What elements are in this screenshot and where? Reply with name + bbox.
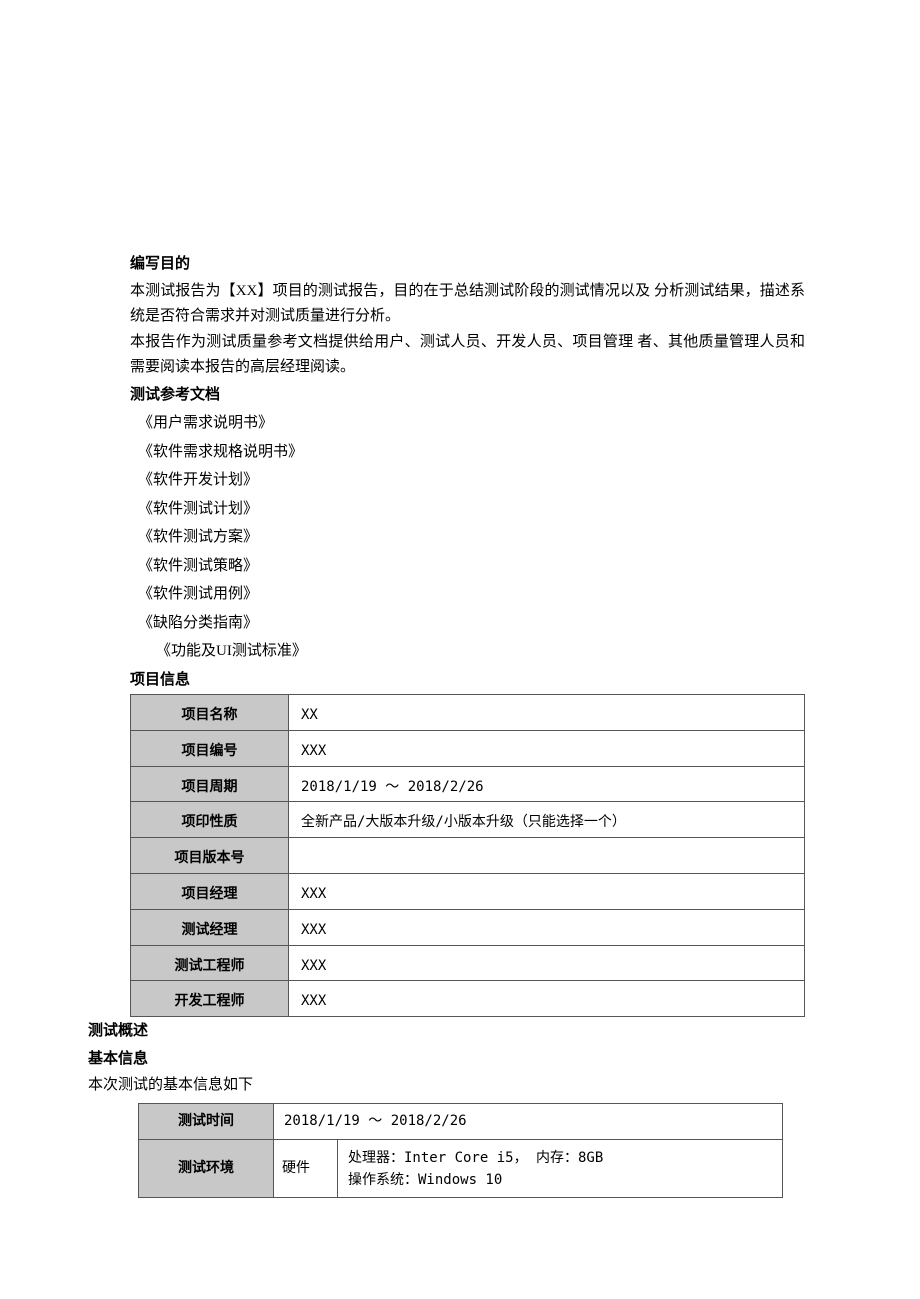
project-version-label: 项目版本号 (131, 838, 289, 874)
project-manager-value: XXX (289, 873, 805, 909)
table-row: 项目编号 XXX (131, 730, 805, 766)
hardware-label: 硬件 (274, 1140, 338, 1198)
test-engineer-label: 测试工程师 (131, 945, 289, 981)
heading-purpose: 编写目的 (130, 252, 805, 278)
table-row: 测试经理 XXX (131, 909, 805, 945)
ref-doc-item: 《软件测试用例》 (138, 580, 805, 609)
basic-info-table: 测试时间 2018/1/19 ～ 2018/2/26 测试环境 硬件 处理器：I… (138, 1103, 783, 1199)
project-info-table: 项目名称 XX 项目编号 XXX 项目周期 2018/1/19 ～ 2018/2… (130, 694, 805, 1017)
table-row: 开发工程师 XXX (131, 981, 805, 1017)
project-version-value (289, 838, 805, 874)
hardware-spec-line1: 处理器：Inter Core i5， 内存：8GB (348, 1147, 772, 1169)
test-manager-label: 测试经理 (131, 909, 289, 945)
ref-doc-item: 《软件开发计划》 (138, 466, 805, 495)
table-row: 测试时间 2018/1/19 ～ 2018/2/26 (139, 1103, 783, 1140)
table-row: 项目版本号 (131, 838, 805, 874)
project-name-label: 项目名称 (131, 695, 289, 731)
project-manager-label: 项目经理 (131, 873, 289, 909)
dev-engineer-value: XXX (289, 981, 805, 1017)
heading-basic-info: 基本信息 (88, 1047, 805, 1073)
table-row: 测试工程师 XXX (131, 945, 805, 981)
dev-engineer-label: 开发工程师 (131, 981, 289, 1017)
project-number-value: XXX (289, 730, 805, 766)
ref-doc-item: 《功能及UI测试标准》 (138, 637, 805, 666)
project-nature-value: 全新产品/大版本升级/小版本升级（只能选择一个） (289, 802, 805, 838)
test-engineer-value: XXX (289, 945, 805, 981)
heading-test-overview: 测试概述 (88, 1019, 805, 1045)
test-time-label: 测试时间 (139, 1103, 274, 1140)
basic-info-intro: 本次测试的基本信息如下 (88, 1073, 805, 1099)
ref-doc-item: 《软件测试策略》 (138, 552, 805, 581)
section-purpose: 编写目的 本测试报告为【XX】项目的测试报告，目的在于总结测试阶段的测试情况以及… (130, 252, 805, 381)
project-period-value: 2018/1/19 ～ 2018/2/26 (289, 766, 805, 802)
table-row: 项目经理 XXX (131, 873, 805, 909)
ref-doc-item: 《缺陷分类指南》 (138, 609, 805, 638)
heading-ref-docs: 测试参考文档 (130, 383, 805, 409)
ref-doc-item: 《软件需求规格说明书》 (138, 438, 805, 467)
table-row: 项目名称 XX (131, 695, 805, 731)
ref-doc-item: 《用户需求说明书》 (138, 409, 805, 438)
ref-doc-item: 《软件测试方案》 (138, 523, 805, 552)
test-manager-value: XXX (289, 909, 805, 945)
heading-project-info: 项目信息 (130, 668, 805, 694)
test-env-label: 测试环境 (139, 1140, 274, 1198)
project-name-value: XX (289, 695, 805, 731)
section-ref-docs: 测试参考文档 《用户需求说明书》 《软件需求规格说明书》 《软件开发计划》 《软… (130, 383, 805, 666)
purpose-paragraph-2: 本报告作为测试质量参考文档提供给用户、测试人员、开发人员、项目管理 者、其他质量… (130, 330, 805, 381)
ref-docs-list: 《用户需求说明书》 《软件需求规格说明书》 《软件开发计划》 《软件测试计划》 … (130, 409, 805, 666)
section-project-info: 项目信息 项目名称 XX 项目编号 XXX 项目周期 2018/1/19 ～ 2… (130, 668, 805, 1018)
project-number-label: 项目编号 (131, 730, 289, 766)
purpose-paragraph-1: 本测试报告为【XX】项目的测试报告，目的在于总结测试阶段的测试情况以及 分析测试… (130, 279, 805, 330)
hardware-spec: 处理器：Inter Core i5， 内存：8GB 操作系统：Windows 1… (338, 1140, 783, 1198)
test-time-value: 2018/1/19 ～ 2018/2/26 (274, 1103, 783, 1140)
project-period-label: 项目周期 (131, 766, 289, 802)
table-row: 项目周期 2018/1/19 ～ 2018/2/26 (131, 766, 805, 802)
section-test-overview: 测试概述 基本信息 本次测试的基本信息如下 (88, 1019, 805, 1099)
hardware-spec-line2: 操作系统：Windows 10 (348, 1169, 772, 1191)
project-nature-label: 项印性质 (131, 802, 289, 838)
ref-doc-item: 《软件测试计划》 (138, 495, 805, 524)
table-row: 项印性质 全新产品/大版本升级/小版本升级（只能选择一个） (131, 802, 805, 838)
table-row: 测试环境 硬件 处理器：Inter Core i5， 内存：8GB 操作系统：W… (139, 1140, 783, 1198)
